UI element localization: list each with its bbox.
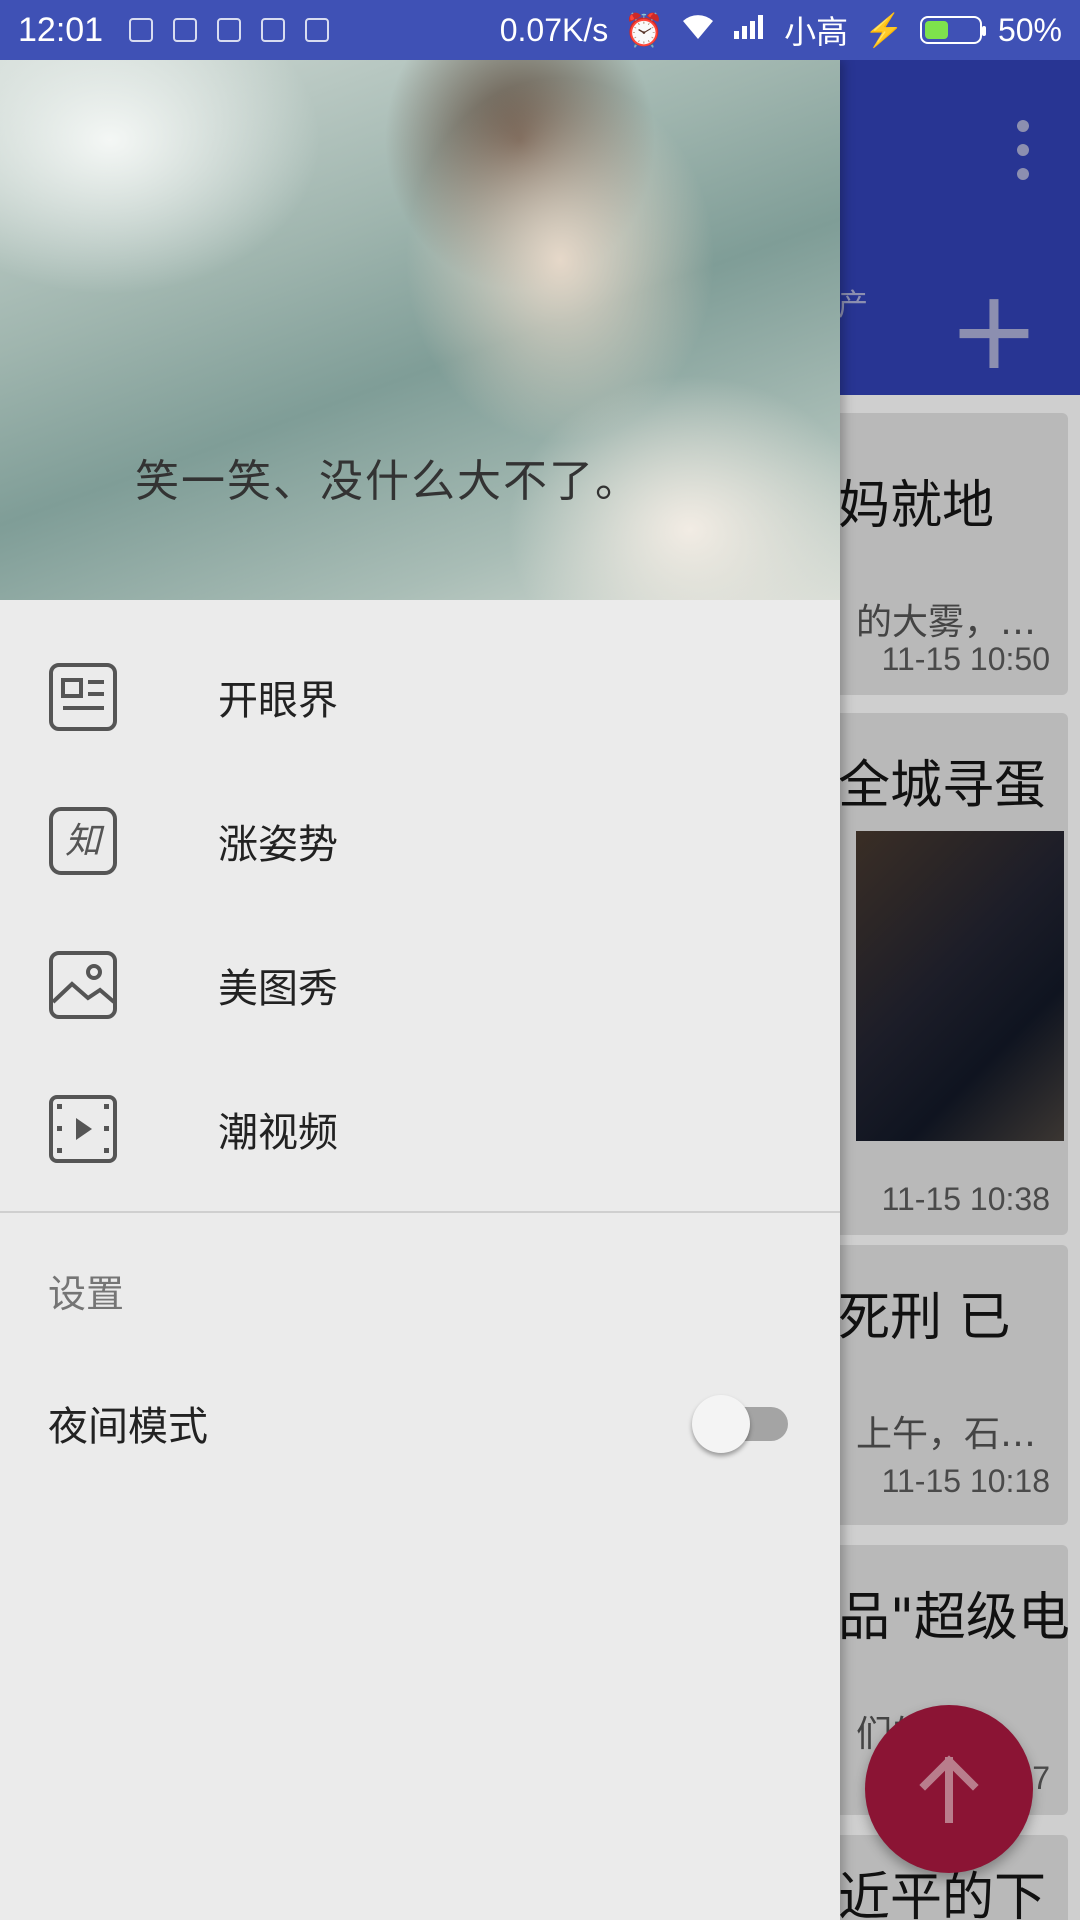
news-time: 11-15 10:38 <box>881 1181 1050 1217</box>
net-speed: 0.07K/s <box>499 11 609 48</box>
night-mode-label: 夜间模式 <box>48 1404 208 1450</box>
news-title: 全城寻蛋 <box>838 756 1047 816</box>
status-time: 12:01 <box>18 10 104 49</box>
status-bar: 12:01 0.07K/s ⏰ 小高 ⚡ 50% <box>0 0 1080 60</box>
more-vert-icon[interactable] <box>1011 120 1035 180</box>
carrier-name: 小高 <box>784 14 849 50</box>
news-image <box>856 831 1064 1141</box>
news-icon <box>49 663 117 731</box>
menu-item-label: 潮视频 <box>218 1110 338 1156</box>
switch-thumb <box>692 1395 750 1453</box>
menu-item-label: 涨姿势 <box>218 822 338 868</box>
battery-fill <box>924 21 948 39</box>
notification-icons <box>129 18 330 42</box>
channel-tab-fragment[interactable]: 产 <box>838 280 868 324</box>
news-title: 死刑 已 <box>838 1288 1011 1348</box>
wifi-icon <box>680 11 716 49</box>
plus-icon[interactable]: + <box>948 275 1040 385</box>
charging-icon: ⚡ <box>864 12 904 48</box>
signal-icon <box>732 11 768 49</box>
news-title: 妈就地 <box>838 476 995 536</box>
news-title: 品"超级电 <box>838 1588 1068 1648</box>
alarm-icon: ⏰ <box>624 12 665 48</box>
folder-icon <box>261 18 286 42</box>
drawer-menu: 开眼界 知 涨姿势 美图秀 潮视频 <box>0 600 840 1201</box>
image-icon <box>49 951 117 1019</box>
video-icon <box>49 1095 117 1163</box>
app-icon <box>305 18 330 42</box>
navigation-drawer: 笑一笑、没什么大不了。 开眼界 知 涨姿势 美图秀 潮视频 设置 夜间模式 <box>0 60 840 1920</box>
news-time: 11-15 10:18 <box>881 1463 1050 1499</box>
battery-icon <box>919 16 986 44</box>
mail-icon <box>217 18 242 42</box>
night-mode-switch[interactable] <box>692 1393 792 1453</box>
news-time: 11-15 10:50 <box>881 641 1050 677</box>
zhihu-icon: 知 <box>49 807 117 875</box>
drawer-header-image: 笑一笑、没什么大不了。 <box>0 60 840 600</box>
news-summary: 上午，石… <box>856 1414 1037 1455</box>
menu-item-chaoshipin[interactable]: 潮视频 <box>0 1057 840 1201</box>
news-time: 7 <box>1032 1760 1050 1796</box>
menu-item-kaiyanjie[interactable]: 开眼界 <box>0 625 840 769</box>
scroll-top-button[interactable] <box>865 1705 1033 1873</box>
night-mode-row[interactable]: 夜间模式 <box>0 1353 840 1493</box>
svg-text:知: 知 <box>65 821 105 862</box>
battery-percent: 50% <box>997 11 1062 48</box>
menu-item-label: 美图秀 <box>218 966 338 1012</box>
browser-icon <box>173 18 198 42</box>
menu-item-label: 开眼界 <box>218 678 338 724</box>
settings-title: 设置 <box>48 1272 125 1316</box>
arrow-up-icon <box>919 1755 979 1823</box>
notification-icon <box>129 18 154 42</box>
news-summary: 的大雾，… <box>856 602 1037 643</box>
menu-item-zhangzishi[interactable]: 知 涨姿势 <box>0 769 840 913</box>
menu-item-meituxiu[interactable]: 美图秀 <box>0 913 840 1057</box>
header-caption: 笑一笑、没什么大不了。 <box>135 456 641 507</box>
